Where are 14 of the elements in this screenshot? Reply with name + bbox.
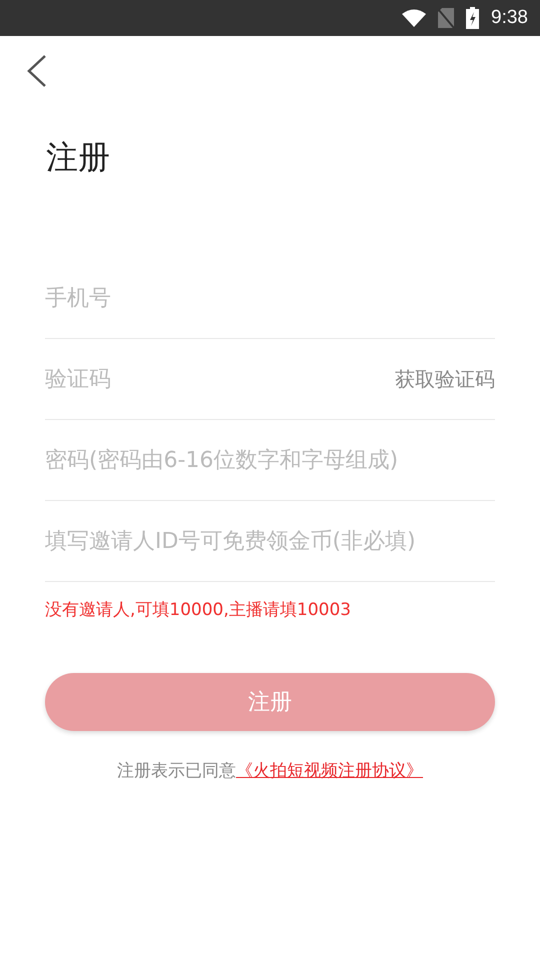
input-field[interactable]: 填写邀请人ID号可免费领金币(非必填) <box>45 521 495 561</box>
no-sim-icon <box>438 8 454 28</box>
status-time: 9:38 <box>491 7 528 29</box>
invite-hint: 没有邀请人,可填10000,主播请填10003 <box>45 599 352 621</box>
wifi-icon <box>402 9 426 27</box>
agreement-link[interactable]: 《火拍短视频注册协议》 <box>236 761 423 781</box>
back-icon[interactable] <box>26 54 48 88</box>
get-code-button[interactable]: 获取验证码 <box>395 366 495 392</box>
input-field[interactable]: 密码(密码由6-16位数字和字母组成) <box>45 440 495 480</box>
page-title: 注册 <box>46 137 111 178</box>
agreement-text: 注册表示已同意《火拍短视频注册协议》 <box>116 760 424 782</box>
battery-icon <box>466 7 480 29</box>
input-field[interactable]: 手机号 <box>45 278 495 318</box>
input-field[interactable]: 验证码 <box>45 359 395 399</box>
